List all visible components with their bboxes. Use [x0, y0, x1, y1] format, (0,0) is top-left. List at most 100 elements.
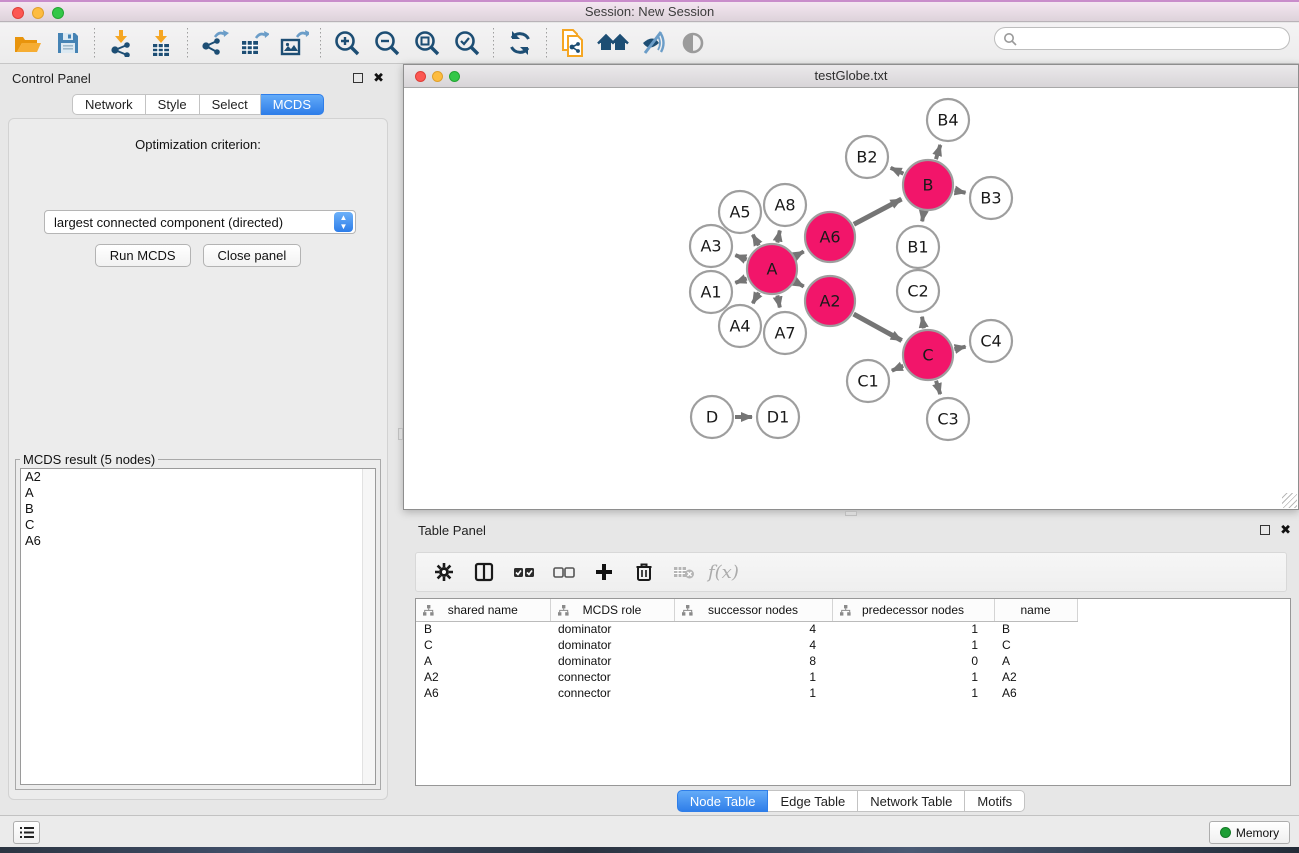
column-header-predecessor-nodes[interactable]: predecessor nodes	[832, 599, 994, 621]
table-row[interactable]: A2connector11A2	[416, 669, 1077, 685]
tab-network-table[interactable]: Network Table	[858, 790, 965, 812]
edge-C-C1[interactable]	[892, 366, 903, 371]
table-cell[interactable]: dominator	[550, 637, 674, 653]
edge-A-A7[interactable]	[777, 295, 779, 307]
mcds-result-item[interactable]: A6	[21, 533, 375, 549]
edge-A-A8[interactable]	[777, 230, 779, 242]
unselect-all-columns-icon[interactable]	[546, 556, 582, 588]
table-cell[interactable]: A6	[994, 685, 1077, 701]
mcds-result-item[interactable]: A	[21, 485, 375, 501]
horizontal-splitter-handle[interactable]	[845, 511, 857, 516]
search-field[interactable]	[994, 27, 1290, 50]
column-header-MCDS-role[interactable]: MCDS role	[550, 599, 674, 621]
edge-C-C2[interactable]	[922, 317, 924, 329]
table-close-icon[interactable]: ✖	[1280, 525, 1291, 535]
edge-A6-B[interactable]	[854, 199, 902, 224]
table-cell[interactable]: 4	[674, 637, 832, 653]
net-zoom-button[interactable]	[449, 71, 460, 82]
edge-C-C3[interactable]	[936, 381, 940, 394]
edge-B-B3[interactable]	[954, 190, 965, 192]
edge-A-A4[interactable]	[753, 293, 759, 304]
table-cell[interactable]: 1	[674, 685, 832, 701]
import-network-icon[interactable]	[101, 26, 141, 60]
zoom-selected-icon[interactable]	[447, 26, 487, 60]
edge-A-A5[interactable]	[753, 235, 759, 246]
mcds-result-list[interactable]: A2ABCA6	[20, 468, 376, 785]
clone-network-icon[interactable]	[553, 26, 593, 60]
table-cell[interactable]: C	[416, 637, 550, 653]
memory-button[interactable]: Memory	[1209, 821, 1290, 844]
export-network-icon[interactable]	[194, 26, 234, 60]
table-cell[interactable]: 1	[832, 685, 994, 701]
table-cell[interactable]: connector	[550, 669, 674, 685]
show-column-panel-icon[interactable]	[466, 556, 502, 588]
task-history-button[interactable]	[13, 821, 40, 844]
zoom-out-icon[interactable]	[367, 26, 407, 60]
table-cell[interactable]: B	[416, 621, 550, 637]
window-resize-grip[interactable]	[1282, 493, 1297, 508]
table-cell[interactable]: 8	[674, 653, 832, 669]
net-close-button[interactable]	[415, 71, 426, 82]
table-cell[interactable]: A	[994, 653, 1077, 669]
save-session-icon[interactable]	[48, 26, 88, 60]
table-cell[interactable]: 1	[832, 621, 994, 637]
table-row[interactable]: Bdominator41B	[416, 621, 1077, 637]
table-cell[interactable]: dominator	[550, 621, 674, 637]
home-icon[interactable]	[593, 26, 633, 60]
tab-node-table[interactable]: Node Table	[677, 790, 769, 812]
tab-network[interactable]: Network	[72, 94, 146, 115]
mcds-result-item[interactable]: C	[21, 517, 375, 533]
mcds-result-item[interactable]: A2	[21, 469, 375, 485]
criterion-select[interactable]: largest connected component (directed) ▲…	[44, 210, 356, 234]
edge-B-B2[interactable]	[891, 168, 904, 174]
network-window-titlebar[interactable]: testGlobe.txt	[404, 65, 1298, 88]
node-table[interactable]: shared nameMCDS rolesuccessor nodesprede…	[415, 598, 1291, 786]
eye-icon[interactable]	[673, 26, 713, 60]
open-session-icon[interactable]	[8, 26, 48, 60]
table-cell[interactable]: connector	[550, 685, 674, 701]
tab-edge-table[interactable]: Edge Table	[768, 790, 858, 812]
select-all-columns-icon[interactable]	[506, 556, 542, 588]
zoom-fit-icon[interactable]	[407, 26, 447, 60]
close-panel-button[interactable]: Close panel	[203, 244, 302, 267]
table-cell[interactable]: 4	[674, 621, 832, 637]
edge-B-B4[interactable]	[936, 145, 940, 159]
table-cell[interactable]: dominator	[550, 653, 674, 669]
table-cell[interactable]: A2	[416, 669, 550, 685]
table-cell[interactable]: B	[994, 621, 1077, 637]
network-graph[interactable]: AA1A2A3A4A5A6A7A8BB1B2B3B4CC1C2C3C4DD1	[404, 88, 1298, 509]
table-cell[interactable]: A2	[994, 669, 1077, 685]
import-table-icon[interactable]	[141, 26, 181, 60]
create-column-plus-icon[interactable]	[586, 556, 622, 588]
edge-C-C4[interactable]	[954, 347, 965, 350]
zoom-in-icon[interactable]	[327, 26, 367, 60]
table-cell[interactable]: C	[994, 637, 1077, 653]
minimize-window-button[interactable]	[32, 7, 44, 19]
scrollbar-track[interactable]	[362, 469, 375, 784]
table-cell[interactable]: A	[416, 653, 550, 669]
tab-select[interactable]: Select	[200, 94, 261, 115]
table-row[interactable]: Adominator80A	[416, 653, 1077, 669]
delete-column-trash-icon[interactable]	[626, 556, 662, 588]
column-header-successor-nodes[interactable]: successor nodes	[674, 599, 832, 621]
table-settings-gear-icon[interactable]	[426, 556, 462, 588]
net-minimize-button[interactable]	[432, 71, 443, 82]
mcds-result-item[interactable]: B	[21, 501, 375, 517]
table-float-icon[interactable]	[1260, 525, 1270, 535]
close-window-button[interactable]	[12, 7, 24, 19]
export-table-icon[interactable]	[234, 26, 274, 60]
refresh-icon[interactable]	[500, 26, 540, 60]
search-input[interactable]	[1017, 32, 1267, 46]
zoom-window-button[interactable]	[52, 7, 64, 19]
table-cell[interactable]: 0	[832, 653, 994, 669]
tab-motifs[interactable]: Motifs	[965, 790, 1025, 812]
run-mcds-button[interactable]: Run MCDS	[95, 244, 191, 267]
table-row[interactable]: A6connector11A6	[416, 685, 1077, 701]
edge-A-A6[interactable]	[796, 251, 804, 255]
table-cell[interactable]: 1	[832, 637, 994, 653]
export-image-icon[interactable]	[274, 26, 314, 60]
tab-mcds[interactable]: MCDS	[261, 94, 324, 115]
edge-A-A3[interactable]	[735, 255, 746, 259]
close-panel-icon[interactable]: ✖	[373, 73, 384, 83]
vertical-splitter-handle[interactable]	[398, 428, 403, 440]
